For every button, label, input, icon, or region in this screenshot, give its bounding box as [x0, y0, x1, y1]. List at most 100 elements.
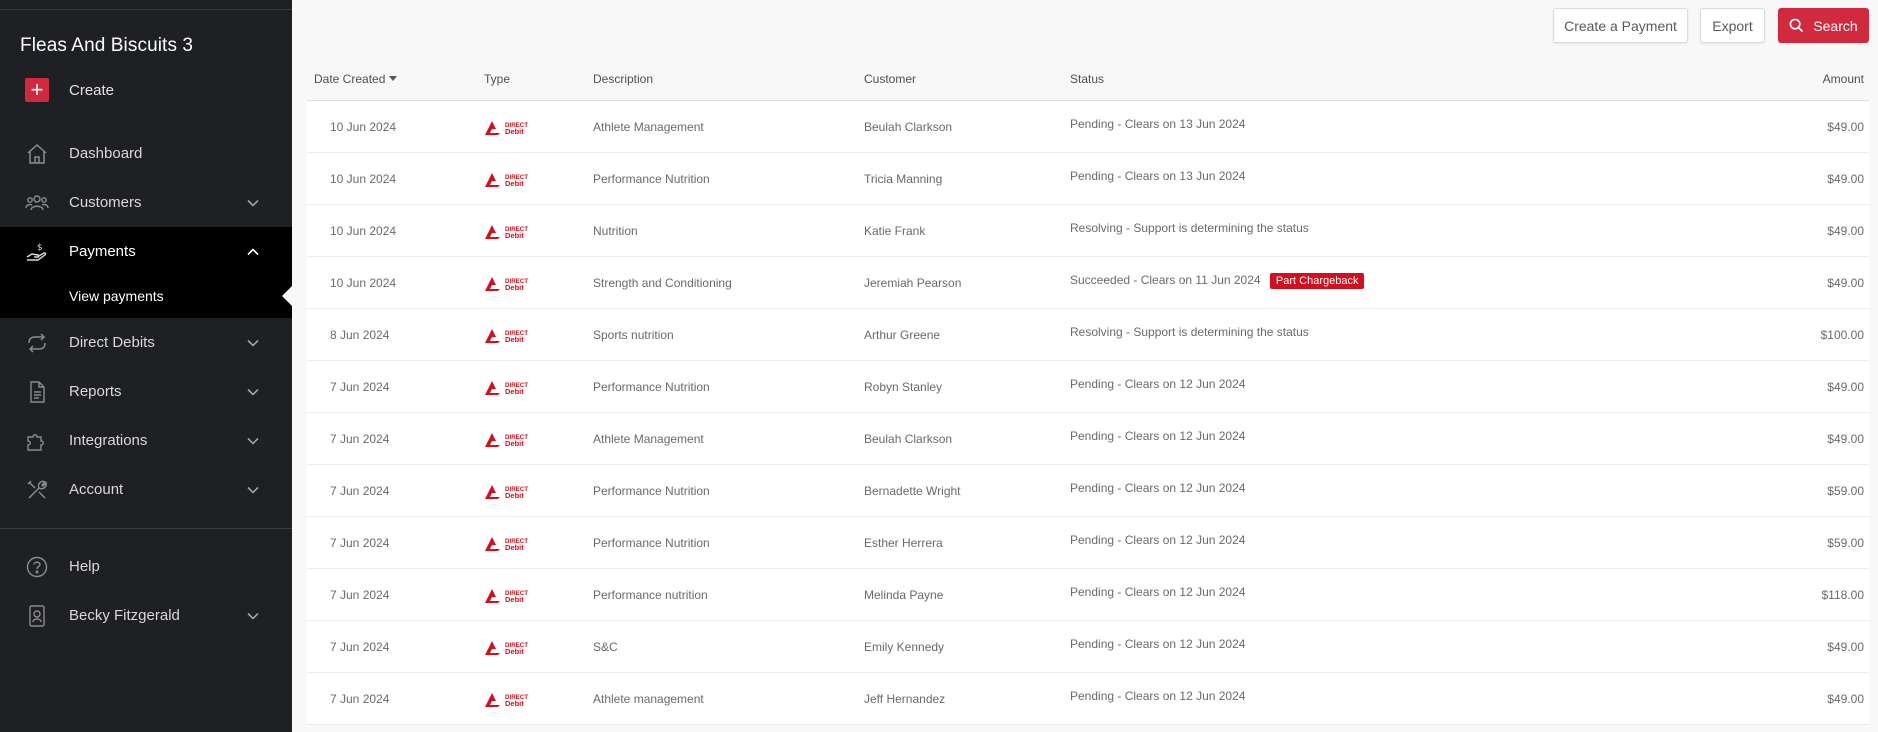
sidebar-item-label: Reports	[69, 383, 122, 400]
status-text: Succeeded - Clears on 11 Jun 2024	[1070, 273, 1261, 287]
cell-type: DIRECT Debit	[484, 273, 532, 293]
cell-customer: Robyn Stanley	[864, 380, 943, 394]
svg-text:$: $	[37, 243, 43, 253]
table-row[interactable]: 10 Jun 2024 DIRECT Debit Strength and Co…	[307, 257, 1869, 309]
sidebar: Fleas And Biscuits 3 + Create Dashboard …	[0, 0, 292, 732]
table-row[interactable]: 7 Jun 2024 DIRECT Debit Performance nutr…	[307, 569, 1869, 621]
table-row[interactable]: 8 Jun 2024 DIRECT Debit Sports nutrition…	[307, 309, 1869, 361]
sidebar-top-divider	[0, 9, 292, 10]
column-header-date[interactable]: Date Created	[314, 72, 398, 86]
direct-debit-logo-bottom: Debit	[505, 231, 524, 240]
cell-status: Pending - Clears on 12 Jun 2024	[1070, 533, 1245, 547]
sort-desc-icon	[389, 76, 398, 81]
cell-type: DIRECT Debit	[484, 325, 532, 345]
direct-debit-logo-bottom: Debit	[505, 335, 524, 344]
status-badge: Part Chargeback	[1269, 273, 1365, 289]
export-button[interactable]: Export	[1700, 8, 1765, 43]
cell-description: Athlete Management	[593, 120, 704, 134]
create-button[interactable]: + Create	[25, 78, 114, 102]
cell-date: 7 Jun 2024	[330, 640, 390, 654]
direct-debit-logo: DIRECT Debit	[485, 225, 528, 240]
cell-amount: $59.00	[1827, 536, 1864, 550]
table-row[interactable]: 7 Jun 2024 DIRECT Debit Athlete manageme…	[307, 673, 1869, 725]
sidebar-item-payments[interactable]: $ Payments	[0, 227, 292, 276]
direct-debit-logo: DIRECT Debit	[485, 433, 528, 448]
cell-type: DIRECT Debit	[484, 481, 532, 501]
cell-description: Athlete management	[593, 692, 704, 706]
create-payment-button[interactable]: Create a Payment	[1553, 8, 1688, 43]
cell-date: 7 Jun 2024	[330, 588, 390, 602]
cell-date: 10 Jun 2024	[330, 224, 397, 238]
organization-name: Fleas And Biscuits 3	[20, 35, 194, 56]
cell-amount: $49.00	[1827, 380, 1864, 394]
direct-debit-logo: DIRECT Debit	[485, 381, 528, 396]
table-row[interactable]: 7 Jun 2024 DIRECT Debit Performance Nutr…	[307, 361, 1869, 413]
cell-description: Performance Nutrition	[593, 536, 710, 550]
chevron-down-icon	[247, 388, 259, 396]
cell-status: Pending - Clears on 12 Jun 2024	[1070, 689, 1245, 703]
cell-amount: $49.00	[1827, 640, 1864, 654]
table-row[interactable]: 10 Jun 2024 DIRECT Debit Nutrition Katie…	[307, 205, 1869, 257]
status-text: Pending - Clears on 12 Jun 2024	[1070, 377, 1246, 391]
direct-debit-logo-bottom: Debit	[505, 595, 524, 604]
status-text: Pending - Clears on 13 Jun 2024	[1070, 169, 1246, 183]
direct-debit-logo-bottom: Debit	[505, 179, 524, 188]
table-row[interactable]: 7 Jun 2024 DIRECT Debit Performance Nutr…	[307, 465, 1869, 517]
home-icon	[27, 143, 47, 164]
cell-customer: Melinda Payne	[864, 588, 944, 602]
direct-debit-logo: DIRECT Debit	[485, 485, 528, 500]
sidebar-item-label: Customers	[69, 194, 142, 211]
cell-date: 10 Jun 2024	[330, 120, 397, 134]
cell-customer: Esther Herrera	[864, 536, 943, 550]
puzzle-icon	[27, 433, 44, 451]
column-header-status: Status	[1070, 72, 1105, 86]
status-text: Pending - Clears on 12 Jun 2024	[1070, 585, 1246, 599]
chevron-down-icon	[247, 199, 259, 207]
table-row[interactable]: 10 Jun 2024 DIRECT Debit Performance Nut…	[307, 153, 1869, 205]
cell-amount: $49.00	[1827, 692, 1864, 706]
cell-status: Resolving - Support is determining the s…	[1070, 221, 1309, 235]
cell-status: Pending - Clears on 13 Jun 2024	[1070, 169, 1245, 183]
table-row[interactable]: 7 Jun 2024 DIRECT Debit Performance Nutr…	[307, 517, 1869, 569]
cell-date: 7 Jun 2024	[330, 432, 390, 446]
direct-debit-logo-bottom: Debit	[505, 543, 524, 552]
cell-customer: Katie Frank	[864, 224, 926, 238]
cell-status: Pending - Clears on 12 Jun 2024	[1070, 481, 1245, 495]
column-header-date-label: Date Created	[314, 72, 386, 86]
status-text: Pending - Clears on 13 Jun 2024	[1070, 117, 1246, 131]
cell-date: 7 Jun 2024	[330, 484, 390, 498]
direct-debit-logo: DIRECT Debit	[485, 329, 528, 344]
cell-type: DIRECT Debit	[484, 377, 532, 397]
direct-debit-logo: DIRECT Debit	[485, 537, 528, 552]
sidebar-item-dashboard[interactable]: Dashboard	[0, 129, 292, 178]
status-text: Resolving - Support is determining the s…	[1070, 221, 1309, 235]
column-header-type: Type	[484, 72, 511, 86]
cell-description: Performance nutrition	[593, 588, 708, 602]
status-text: Pending - Clears on 12 Jun 2024	[1070, 533, 1246, 547]
sidebar-item-integrations[interactable]: Integrations	[0, 416, 292, 465]
table-row[interactable]: 7 Jun 2024 DIRECT Debit Athlete Manageme…	[307, 413, 1869, 465]
direct-debit-logo: DIRECT Debit	[485, 277, 528, 292]
search-button-label: Search	[1813, 17, 1858, 34]
sidebar-item-help[interactable]: Help	[0, 542, 292, 591]
cell-type: DIRECT Debit	[484, 637, 532, 657]
cell-amount: $49.00	[1827, 276, 1864, 290]
column-header-customer: Customer	[864, 72, 917, 86]
sidebar-item-customers[interactable]: Customers	[0, 178, 292, 227]
sidebar-item-direct-debits[interactable]: Direct Debits	[0, 318, 292, 367]
table-row[interactable]: 7 Jun 2024 DIRECT Debit S&C Emily Kenned…	[307, 621, 1869, 673]
sidebar-subitem-view-payments[interactable]: View payments	[0, 274, 292, 318]
cell-amount: $59.00	[1827, 484, 1864, 498]
table-row[interactable]: 10 Jun 2024 DIRECT Debit Athlete Managem…	[307, 101, 1869, 153]
sidebar-item-user[interactable]: Becky Fitzgerald	[0, 591, 292, 640]
sidebar-item-label: Payments	[69, 243, 136, 260]
cell-amount: $49.00	[1827, 432, 1864, 446]
direct-debit-logo-bottom: Debit	[505, 491, 524, 500]
cell-status: Resolving - Support is determining the s…	[1070, 325, 1309, 339]
cell-customer: Tricia Manning	[864, 172, 943, 186]
cell-date: 7 Jun 2024	[330, 692, 390, 706]
sidebar-divider	[0, 528, 292, 529]
search-button[interactable]: Search	[1778, 8, 1869, 43]
sidebar-item-account[interactable]: Account	[0, 465, 292, 514]
sidebar-item-reports[interactable]: Reports	[0, 367, 292, 416]
